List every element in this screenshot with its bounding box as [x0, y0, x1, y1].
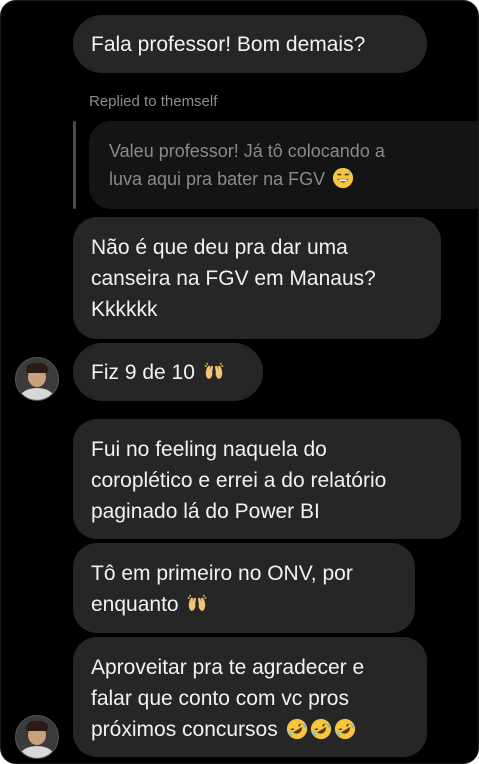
reply-label: Replied to themself: [89, 93, 218, 110]
message-bubble[interactable]: Tô em primeiro no ONV, por enquanto: [73, 543, 415, 633]
message-text: próximos concursos: [91, 718, 278, 741]
message-text: Aproveitar pra te agradecer e: [91, 656, 365, 679]
message-text: paginado lá do Power BI: [91, 500, 320, 523]
message-text: enquanto: [91, 593, 179, 616]
raising-hands-emoji-icon: [204, 362, 224, 379]
avatar[interactable]: [15, 357, 59, 401]
message-bubble[interactable]: Não é que deu pra dar uma canseira na FG…: [73, 217, 441, 339]
message-text: coroplético e errei a do relatório: [91, 469, 387, 492]
message-text: Fala professor! Bom demais?: [91, 33, 366, 56]
quoted-text: Valeu professor! Já tô colocando a: [109, 141, 385, 161]
message-text: Kkkkkk: [91, 298, 158, 321]
message-text: Fui no feeling naquela do: [91, 438, 327, 461]
message-text: canseira na FGV em Manaus?: [91, 267, 376, 290]
message-text: Tô em primeiro no ONV, por: [91, 562, 353, 585]
rofl-emoji-icon: [334, 718, 355, 740]
quoted-text: luva aqui pra bater na FGV: [109, 169, 326, 189]
rofl-emoji-group: [284, 718, 356, 741]
quoted-message[interactable]: Valeu professor! Já tô colocando a luva …: [89, 121, 478, 209]
chat-screen: Fala professor! Bom demais? Replied to t…: [0, 0, 479, 764]
message-bubble[interactable]: Aproveitar pra te agradecer e falar que …: [73, 637, 427, 757]
message-bubble[interactable]: Fala professor! Bom demais?: [73, 15, 427, 73]
message-bubble[interactable]: Fui no feeling naquela do coroplético e …: [73, 419, 461, 539]
message-text: Não é que deu pra dar uma: [91, 236, 348, 259]
avatar[interactable]: [15, 715, 59, 759]
message-bubble[interactable]: Fiz 9 de 10: [73, 343, 263, 401]
reply-indicator-bar: [73, 121, 76, 209]
raising-hands-emoji-icon: [187, 594, 207, 611]
rofl-emoji-icon: [286, 718, 307, 740]
grinning-sweat-emoji-icon: [333, 167, 354, 189]
message-text: falar que conto com vc pros: [91, 687, 349, 710]
message-text: Fiz 9 de 10: [91, 361, 195, 384]
rofl-emoji-icon: [310, 718, 331, 740]
